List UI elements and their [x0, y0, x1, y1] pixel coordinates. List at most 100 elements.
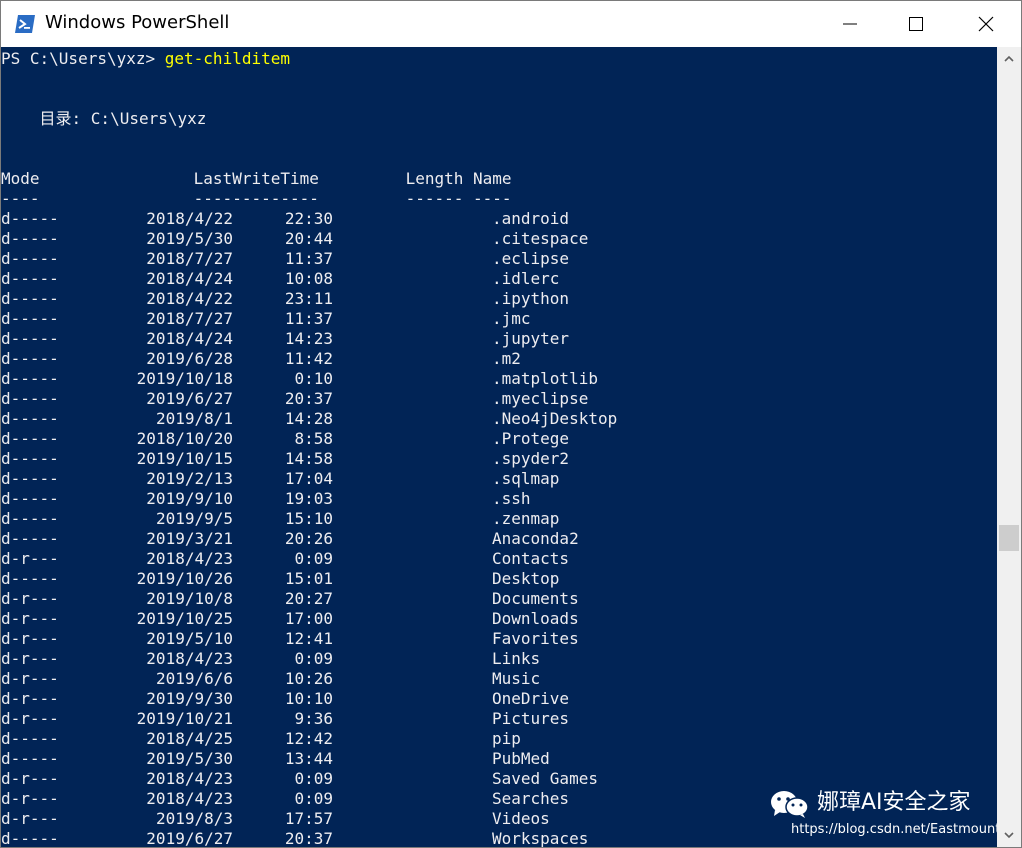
table-row: d-r--- 2019/10/21 9:36 Pictures: [1, 709, 997, 729]
entry-date: 2018/4/23: [146, 789, 233, 808]
entry-mode: d-r---: [1, 789, 59, 808]
entry-date: 2019/5/30: [146, 749, 233, 768]
entry-mode: d-r---: [1, 649, 59, 668]
table-row: d----- 2019/9/10 19:03 .ssh: [1, 489, 997, 509]
prompt: PS C:\Users\yxz>: [1, 49, 165, 68]
entry-time: 15:10: [284, 509, 333, 528]
entry-time: 20:37: [284, 829, 333, 847]
table-row: d----- 2019/10/15 14:58 .spyder2: [1, 449, 997, 469]
table-row: d-r--- 2019/6/6 10:26 Music: [1, 669, 997, 689]
entry-date: 2019/9/10: [146, 489, 233, 508]
table-row: d----- 2019/6/27 20:37 .myeclipse: [1, 389, 997, 409]
entry-mode: d-----: [1, 269, 59, 288]
scrollbar-thumb[interactable]: [999, 525, 1019, 551]
maximize-button[interactable]: [893, 1, 939, 47]
minimize-button[interactable]: [827, 1, 873, 47]
entry-mode: d-----: [1, 249, 59, 268]
window-title: Windows PowerShell: [45, 12, 230, 33]
entry-mode: d-----: [1, 529, 59, 548]
vertical-scrollbar[interactable]: [997, 47, 1021, 847]
maximize-icon: [909, 17, 923, 31]
table-row: d-r--- 2019/10/8 20:27 Documents: [1, 589, 997, 609]
entry-date: 2018/10/20: [136, 429, 233, 448]
entry-date: 2019/10/25: [136, 609, 233, 628]
table-row: d----- 2018/4/24 14:23 .jupyter: [1, 329, 997, 349]
entry-name: pip: [492, 729, 521, 748]
entry-mode: d-----: [1, 329, 59, 348]
table-row: d----- 2018/4/24 10:08 .idlerc: [1, 269, 997, 289]
table-row: d----- 2018/7/27 11:37 .eclipse: [1, 249, 997, 269]
entry-date: 2019/10/15: [136, 449, 233, 468]
entry-date: 2018/7/27: [146, 309, 233, 328]
entry-name: Desktop: [492, 569, 560, 588]
prompt-line: PS C:\Users\yxz> get-childitem: [1, 49, 290, 69]
entry-name: .jupyter: [492, 329, 570, 348]
entry-mode: d-r---: [1, 549, 59, 568]
table-row: d----- 2019/8/1 14:28 .Neo4jDesktop: [1, 409, 997, 429]
entry-date: 2018/7/27: [146, 249, 233, 268]
entry-date: 2019/10/18: [136, 369, 233, 388]
entry-time: 15:01: [284, 569, 333, 588]
entry-date: 2018/4/25: [146, 729, 233, 748]
table-row: d----- 2019/10/18 0:10 .matplotlib: [1, 369, 997, 389]
entry-time: 0:09: [294, 649, 333, 668]
command-text: get-childitem: [164, 49, 290, 68]
entry-date: 2019/6/27: [146, 389, 233, 408]
table-separator: ---- ------------- ------ ----: [1, 189, 512, 208]
entry-mode: d-----: [1, 289, 59, 308]
table-header: Mode LastWriteTime Length Name: [1, 169, 512, 188]
close-icon: [978, 16, 994, 32]
entry-mode: d-----: [1, 469, 59, 488]
entry-date: 2019/5/10: [146, 629, 233, 648]
title-bar[interactable]: Windows PowerShell: [1, 1, 1021, 47]
entry-mode: d-r---: [1, 689, 59, 708]
entry-time: 9:36: [294, 709, 333, 728]
entry-name: Pictures: [492, 709, 570, 728]
entry-date: 2019/9/5: [155, 509, 233, 528]
table-row: d-r--- 2019/10/25 17:00 Downloads: [1, 609, 997, 629]
entry-date: 2019/5/30: [146, 229, 233, 248]
entry-name: .Protege: [492, 429, 570, 448]
entry-time: 11:37: [284, 249, 333, 268]
entry-time: 0:09: [294, 789, 333, 808]
scroll-up-button[interactable]: [997, 47, 1021, 71]
entry-name: OneDrive: [492, 689, 570, 708]
entry-mode: d-----: [1, 229, 59, 248]
entry-name: .matplotlib: [492, 369, 598, 388]
entry-mode: d-----: [1, 749, 59, 768]
close-button[interactable]: [963, 1, 1009, 47]
entry-mode: d-r---: [1, 589, 59, 608]
table-row: d----- 2019/9/5 15:10 .zenmap: [1, 509, 997, 529]
scroll-down-button[interactable]: [997, 823, 1021, 847]
entry-time: 17:57: [284, 809, 333, 828]
entry-time: 0:10: [294, 369, 333, 388]
entry-date: 2018/4/23: [146, 649, 233, 668]
entry-mode: d-r---: [1, 809, 59, 828]
entry-name: .citespace: [492, 229, 589, 248]
entry-name: .myeclipse: [492, 389, 589, 408]
entry-time: 20:27: [284, 589, 333, 608]
entry-mode: d-----: [1, 509, 59, 528]
entry-mode: d-----: [1, 449, 59, 468]
entry-time: 11:37: [284, 309, 333, 328]
entry-name: .ssh: [492, 489, 531, 508]
table-row: d----- 2018/4/22 22:30 .android: [1, 209, 997, 229]
entry-time: 12:42: [284, 729, 333, 748]
entry-date: 2019/8/3: [155, 809, 233, 828]
entry-time: 10:08: [284, 269, 333, 288]
entry-time: 10:10: [284, 689, 333, 708]
entry-name: Downloads: [492, 609, 579, 628]
entry-time: 14:28: [284, 409, 333, 428]
entry-name: Saved Games: [492, 769, 598, 788]
entry-mode: d-----: [1, 369, 59, 388]
entry-time: 13:44: [284, 749, 333, 768]
entry-name: .spyder2: [492, 449, 570, 468]
entry-date: 2018/4/24: [146, 269, 233, 288]
entry-time: 20:37: [284, 389, 333, 408]
watermark-url: https://blog.csdn.net/Eastmount: [791, 822, 997, 837]
console-output[interactable]: PS C:\Users\yxz> get-childitem 目录: C:\Us…: [1, 47, 997, 847]
table-row: d----- 2019/6/28 11:42 .m2: [1, 349, 997, 369]
entry-date: 2019/6/6: [155, 669, 233, 688]
table-row: d----- 2019/5/30 20:44 .citespace: [1, 229, 997, 249]
entry-time: 14:23: [284, 329, 333, 348]
